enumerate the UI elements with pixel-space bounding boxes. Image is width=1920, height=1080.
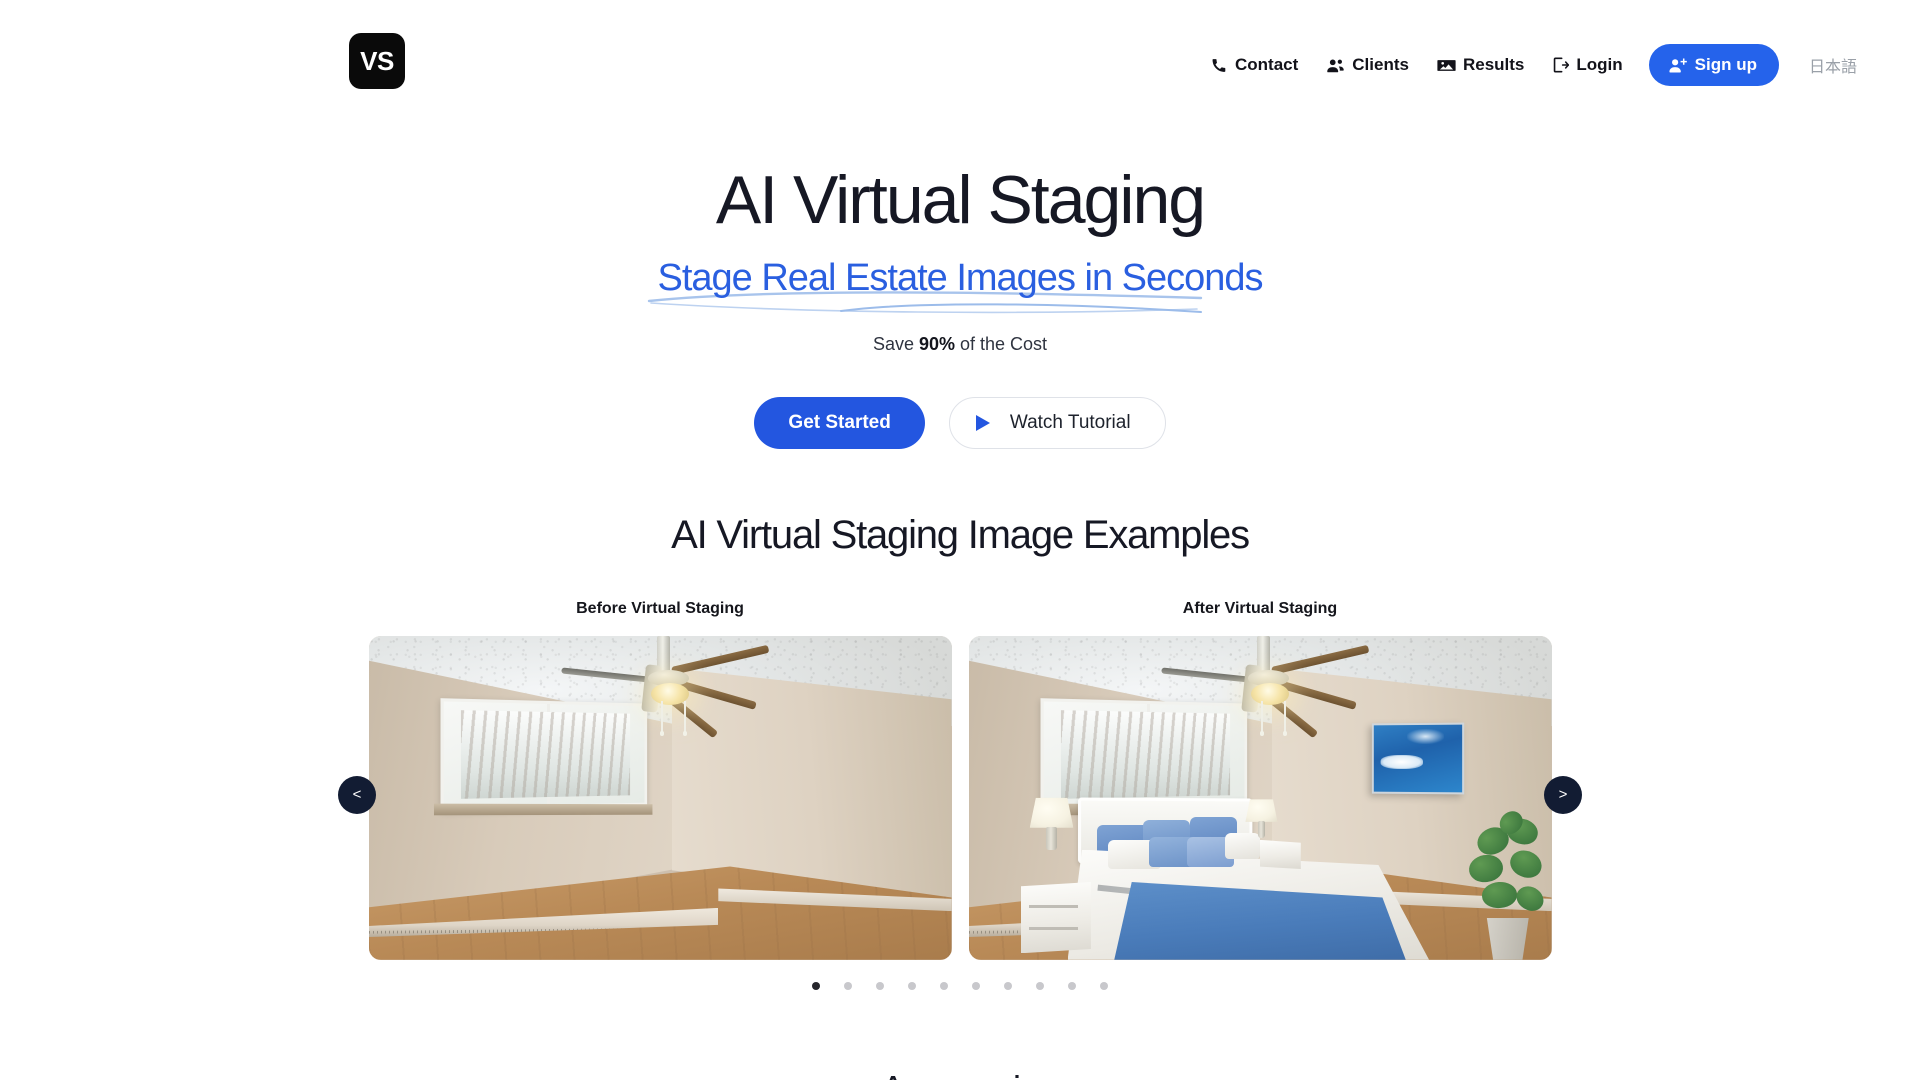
carousel-dot-6[interactable] [972, 981, 980, 990]
examples-carousel: < > Before Virtual Staging After Virtual… [338, 600, 1582, 990]
lamp-base [1257, 821, 1266, 839]
site-header: VS Contact Clients Results Login Sign up… [0, 0, 1920, 130]
carousel-dot-9[interactable] [1068, 981, 1076, 990]
nightstand-right [1260, 839, 1301, 870]
savings-prefix: Save [872, 333, 919, 354]
savings-suffix: of the Cost [955, 333, 1048, 354]
lamp-shade [1029, 797, 1074, 828]
after-label: After Virtual Staging [1182, 599, 1338, 617]
watch-tutorial-button[interactable]: Watch Tutorial [948, 396, 1166, 449]
hero-section: AI Virtual Staging Stage Real Estate Ima… [0, 130, 1920, 449]
nav-item-results[interactable]: Results [1423, 49, 1538, 81]
carousel-dot-4[interactable] [908, 981, 916, 990]
watch-tutorial-label: Watch Tutorial [1009, 411, 1131, 433]
phone-icon [1211, 57, 1228, 74]
nav-item-label: Contact [1235, 55, 1299, 74]
window-sill [434, 803, 653, 816]
sign-in-icon [1552, 56, 1570, 74]
nav-item-clients[interactable]: Clients [1312, 49, 1423, 81]
lamp-shade [1245, 799, 1278, 822]
nav-item-login[interactable]: Login [1538, 49, 1636, 81]
hero-subtitle: Stage Real Estate Images in Seconds [657, 257, 1263, 300]
examples-title: AI Virtual Staging Image Examples [671, 512, 1250, 557]
examples-section: AI Virtual Staging Image Examples < > Be… [0, 513, 1920, 990]
after-pane: After Virtual Staging [968, 599, 1552, 960]
plant-leaf [1467, 852, 1505, 885]
logo[interactable]: VS [349, 33, 405, 89]
plant-leaf [1506, 845, 1546, 882]
play-icon [975, 414, 990, 431]
before-label: Before Virtual Staging [576, 599, 744, 617]
carousel-dot-1[interactable] [812, 981, 820, 990]
fan-pull-chain [660, 700, 664, 737]
sign-up-label: Sign up [1694, 55, 1757, 74]
nav-item-label: Results [1462, 55, 1525, 74]
fan-pull-chain [1283, 700, 1287, 737]
before-after-pair: Before Virtual Staging After Virtual Sta… [365, 600, 1555, 960]
table-lamp-right [1245, 799, 1278, 839]
carousel-dot-7[interactable] [1004, 981, 1012, 990]
before-pane: Before Virtual Staging [368, 599, 952, 960]
carousel-dot-8[interactable] [1036, 981, 1044, 990]
nav-item-label: Login [1576, 55, 1623, 74]
carousel-dot-5[interactable] [940, 981, 948, 990]
potted-plant [1452, 804, 1548, 934]
window [440, 697, 648, 811]
image-icon [1437, 57, 1456, 74]
hero-subtitle-wrapper: Stage Real Estate Images in Seconds [648, 256, 1264, 313]
plant-leaf [1481, 880, 1519, 910]
fan-pull-chain [683, 700, 687, 737]
wall-art [1371, 722, 1465, 795]
cta-row: Get Started Watch Tutorial [0, 396, 1920, 449]
carousel-prev-button[interactable]: < [338, 775, 376, 814]
page-title: AI Virtual Staging [715, 162, 1206, 238]
main-navigation: Contact Clients Results Login Sign up 日本… [1197, 44, 1857, 86]
carousel-dot-10[interactable] [1100, 981, 1108, 990]
nav-item-label: Clients [1352, 55, 1409, 74]
people-icon [1326, 57, 1345, 74]
carousel-dot-2[interactable] [844, 981, 852, 990]
plant-leaf [1511, 881, 1548, 916]
nav-item-contact[interactable]: Contact [1197, 49, 1312, 81]
after-photo[interactable] [968, 635, 1552, 960]
savings-percent: 90% [918, 333, 955, 354]
window [1040, 697, 1248, 811]
nightstand-left [1020, 882, 1091, 954]
carousel-next-button[interactable]: > [1544, 775, 1582, 814]
user-plus-icon [1668, 57, 1687, 74]
fan-pull-chain [1260, 700, 1264, 737]
carousel-dots [365, 981, 1555, 990]
table-lamp-left [1029, 797, 1074, 850]
before-photo[interactable] [368, 635, 952, 960]
sign-up-button[interactable]: Sign up [1648, 44, 1779, 86]
as-seen-in-title: As seen in [0, 1068, 1920, 1080]
language-switcher[interactable]: 日本語 [1809, 53, 1857, 77]
savings-text: Save 90% of the Cost [0, 334, 1920, 355]
get-started-button[interactable]: Get Started [754, 396, 925, 449]
carousel-dot-3[interactable] [876, 981, 884, 990]
lamp-base [1046, 826, 1057, 850]
